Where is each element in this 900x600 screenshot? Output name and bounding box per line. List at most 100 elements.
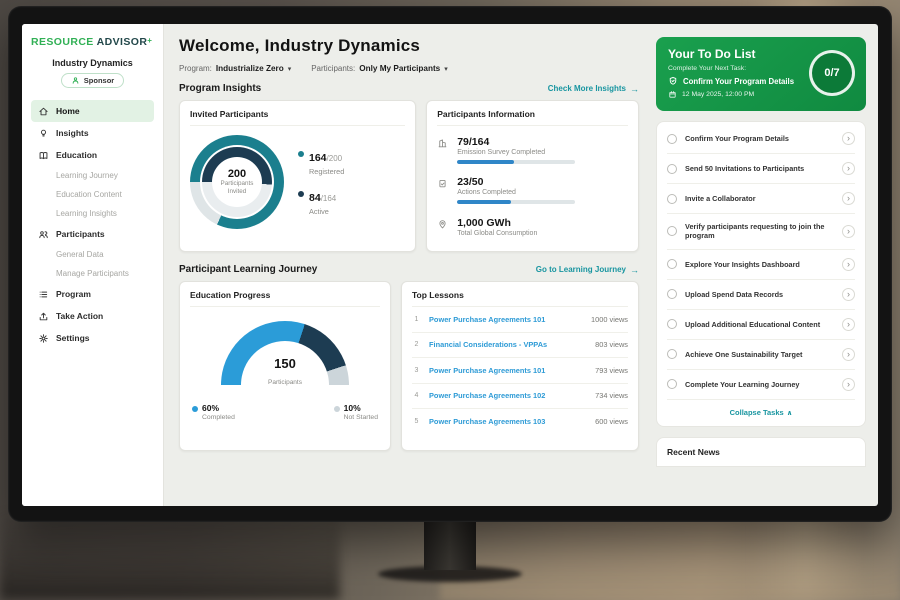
nav-label: Participants: [56, 229, 105, 239]
info-row-emission-survey: 79/164 Emission Survey Completed: [437, 136, 628, 164]
todo-summary-card: Your To Do List Complete Your Next Task:…: [656, 37, 866, 111]
task-row-invite-collaborator[interactable]: Invite a Collaborator: [667, 184, 855, 214]
sidebar-item-education-content[interactable]: Education Content: [31, 185, 154, 204]
chevron-right-icon[interactable]: [842, 162, 855, 175]
sidebar-item-insights[interactable]: Insights: [31, 122, 154, 144]
todo-next-task[interactable]: Confirm Your Program Details: [668, 76, 808, 86]
task-row-achieve-target[interactable]: Achieve One Sustainability Target: [667, 340, 855, 370]
sidebar-item-education[interactable]: Education: [31, 144, 154, 166]
legend-total: /164: [321, 194, 337, 203]
lesson-link[interactable]: Power Purchase Agreements 101: [429, 315, 583, 324]
checkbox-icon[interactable]: [667, 349, 677, 359]
checkbox-icon[interactable]: [667, 289, 677, 299]
checkbox-icon[interactable]: [667, 226, 677, 236]
recent-news-title: Recent News: [667, 447, 720, 457]
checkbox-icon[interactable]: [667, 134, 677, 144]
chevron-right-icon[interactable]: [842, 132, 855, 145]
check-more-insights-link[interactable]: Check More Insights: [548, 84, 639, 94]
sidebar-item-program[interactable]: Program: [31, 283, 154, 305]
task-label: Explore Your Insights Dashboard: [685, 260, 834, 269]
lesson-views: 803 views: [595, 340, 628, 349]
calendar-icon: [668, 90, 677, 99]
participants-information-card: Participants Information 79/164 Emission…: [426, 100, 639, 252]
task-row-complete-learning-journey[interactable]: Complete Your Learning Journey: [667, 370, 855, 400]
chevron-right-icon[interactable]: [842, 288, 855, 301]
sponsor-badge: Sponsor: [61, 73, 124, 88]
nav-label: General Data: [56, 250, 104, 259]
monitor-stand-neck: [424, 520, 476, 570]
checkbox-icon[interactable]: [667, 319, 677, 329]
chevron-right-icon[interactable]: [842, 225, 855, 238]
section-title-learning-journey: Participant Learning Journey: [179, 264, 317, 275]
checkbox-icon[interactable]: [667, 194, 677, 204]
top-lessons-card: Top Lessons 1 Power Purchase Agreements …: [401, 281, 639, 451]
info-row-actions: 23/50 Actions Completed: [437, 176, 628, 204]
task-row-upload-educational-content[interactable]: Upload Additional Educational Content: [667, 310, 855, 340]
clipboard-check-icon: [437, 178, 448, 204]
info-value: 1,000 GWh: [457, 217, 537, 229]
sidebar-item-participants[interactable]: Participants: [31, 223, 154, 245]
actions-progress-bar: [457, 200, 575, 204]
chevron-right-icon[interactable]: [842, 258, 855, 271]
list-icon: [38, 289, 49, 300]
legend-dot: [298, 151, 304, 157]
sidebar-item-settings[interactable]: Settings: [31, 327, 154, 349]
people-icon: [38, 229, 49, 240]
todo-tasks-card: Confirm Your Program Details Send 50 Inv…: [656, 121, 866, 427]
go-to-learning-journey-link[interactable]: Go to Learning Journey: [536, 265, 639, 275]
sidebar-item-take-action[interactable]: Take Action: [31, 305, 154, 327]
lesson-link[interactable]: Power Purchase Agreements 102: [429, 391, 587, 400]
nav-label: Program: [56, 289, 91, 299]
desk-surface: [440, 520, 900, 600]
task-label: Upload Spend Data Records: [685, 290, 834, 299]
task-row-upload-spend-data[interactable]: Upload Spend Data Records: [667, 280, 855, 310]
chevron-right-icon[interactable]: [842, 192, 855, 205]
sidebar-item-home[interactable]: Home: [31, 100, 154, 122]
todo-next-task-label: Confirm Your Program Details: [683, 77, 794, 86]
checkbox-icon[interactable]: [667, 259, 677, 269]
chevron-right-icon[interactable]: [842, 378, 855, 391]
shield-check-icon: [668, 76, 678, 86]
logo-plus: +: [147, 36, 152, 45]
collapse-tasks-link[interactable]: Collapse Tasks: [667, 400, 855, 424]
program-filter-value: Industrialize Zero: [216, 64, 284, 73]
nav-label: Take Action: [56, 311, 103, 321]
info-label: Total Global Consumption: [457, 230, 537, 237]
chevron-right-icon[interactable]: [842, 348, 855, 361]
info-label: Emission Survey Completed: [457, 149, 575, 156]
sidebar-item-general-data[interactable]: General Data: [31, 245, 154, 264]
sidebar-item-manage-participants[interactable]: Manage Participants: [31, 264, 154, 283]
checkbox-icon[interactable]: [667, 379, 677, 389]
todo-progress-ring: 0/7: [809, 50, 855, 96]
donut-center-value: 200: [228, 168, 246, 180]
chevron-right-icon[interactable]: [842, 318, 855, 331]
task-row-send-invitations[interactable]: Send 50 Invitations to Participants: [667, 154, 855, 184]
collapse-label: Collapse Tasks: [730, 408, 784, 417]
sidebar-item-learning-journey[interactable]: Learning Journey: [31, 166, 154, 185]
location-pin-icon: [437, 219, 448, 237]
card-title: Education Progress: [190, 290, 380, 307]
lesson-link[interactable]: Financial Considerations - VPPAs: [429, 340, 587, 349]
task-row-verify-participants[interactable]: Verify participants requesting to join t…: [667, 214, 855, 250]
lesson-link[interactable]: Power Purchase Agreements 103: [429, 417, 587, 426]
recent-news-card: Recent News: [656, 437, 866, 467]
sidebar-item-learning-insights[interactable]: Learning Insights: [31, 204, 154, 223]
lesson-rank: 2: [412, 341, 421, 348]
sponsor-badge-label: Sponsor: [84, 76, 114, 85]
lesson-link[interactable]: Power Purchase Agreements 101: [429, 366, 587, 375]
chevron-up-icon: [784, 408, 793, 417]
participants-filter-value: Only My Participants: [359, 64, 440, 73]
checkbox-icon[interactable]: [667, 164, 677, 174]
education-gauge-chart: 150 Participants: [221, 321, 349, 387]
participants-filter[interactable]: Participants: Only My Participants: [311, 64, 448, 73]
sidebar: RESOURCE ADVISOR+ Industry Dynamics Spon…: [22, 24, 164, 506]
program-filter[interactable]: Program: Industrialize Zero: [179, 64, 291, 73]
lesson-rank: 4: [412, 392, 421, 399]
donut-center-label: Participants Invited: [216, 180, 258, 196]
task-row-explore-insights[interactable]: Explore Your Insights Dashboard: [667, 250, 855, 280]
task-row-confirm-program[interactable]: Confirm Your Program Details: [667, 124, 855, 154]
legend-total: /200: [327, 154, 343, 163]
task-label: Send 50 Invitations to Participants: [685, 164, 834, 173]
lesson-row: 5 Power Purchase Agreements 103 600 view…: [412, 409, 628, 435]
participants-filter-label: Participants:: [311, 64, 355, 73]
